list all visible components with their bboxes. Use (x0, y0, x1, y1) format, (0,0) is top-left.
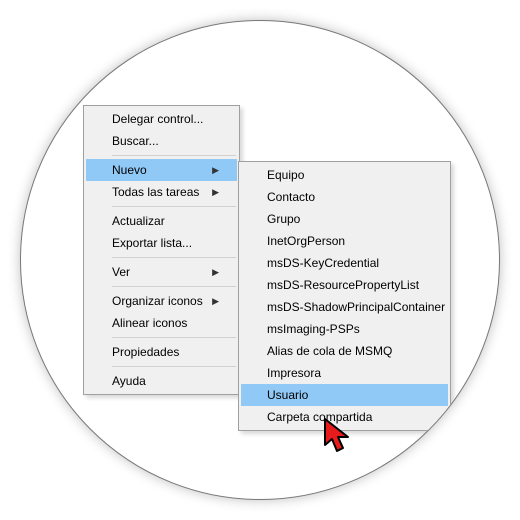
menu-item-label: Ayuda (112, 374, 146, 388)
menu-item-label: Grupo (267, 212, 300, 226)
menu-separator (112, 286, 236, 287)
submenu-item-msds-resourcepropertylist[interactable]: msDS-ResourcePropertyList (241, 274, 448, 296)
menu-item-label: Ver (112, 265, 130, 279)
menu-item-label: Nuevo (112, 163, 147, 177)
menu-item-label: Propiedades (112, 345, 179, 359)
submenu-item-usuario[interactable]: Usuario (241, 384, 448, 406)
menu-item-label: msDS-KeyCredential (267, 256, 379, 270)
menu-separator (112, 337, 236, 338)
menu-item-label: Usuario (267, 388, 308, 402)
menu-item-label: Organizar iconos (112, 294, 203, 308)
submenu-item-msds-shadowprincipalcontainer[interactable]: msDS-ShadowPrincipalContainer (241, 296, 448, 318)
submenu-item-equipo[interactable]: Equipo (241, 164, 448, 186)
submenu-item-msds-keycredential[interactable]: msDS-KeyCredential (241, 252, 448, 274)
menu-item-label: Carpeta compartida (267, 410, 372, 424)
menu-item-todas-las-tareas[interactable]: Todas las tareas ▶ (86, 181, 237, 203)
menu-item-organizar-iconos[interactable]: Organizar iconos ▶ (86, 290, 237, 312)
menu-item-exportar-lista[interactable]: Exportar lista... (86, 232, 237, 254)
submenu-item-grupo[interactable]: Grupo (241, 208, 448, 230)
menu-item-ver[interactable]: Ver ▶ (86, 261, 237, 283)
submenu-item-inetorgperson[interactable]: InetOrgPerson (241, 230, 448, 252)
menu-item-actualizar[interactable]: Actualizar (86, 210, 237, 232)
menu-item-label: Todas las tareas (112, 185, 199, 199)
submenu-item-alias-cola-msmq[interactable]: Alias de cola de MSMQ (241, 340, 448, 362)
menu-item-label: Buscar... (112, 134, 159, 148)
menu-separator (112, 206, 236, 207)
menu-separator (112, 366, 236, 367)
menu-item-propiedades[interactable]: Propiedades (86, 341, 237, 363)
submenu-item-contacto[interactable]: Contacto (241, 186, 448, 208)
submenu-arrow-icon: ▶ (212, 267, 219, 278)
submenu-item-carpeta-compartida[interactable]: Carpeta compartida (241, 406, 448, 428)
menu-item-label: msDS-ResourcePropertyList (267, 278, 419, 292)
submenu-nuevo: Equipo Contacto Grupo InetOrgPerson msDS… (238, 161, 451, 431)
menu-item-label: Delegar control... (112, 112, 203, 126)
menu-item-label: InetOrgPerson (267, 234, 345, 248)
menu-item-delegar-control[interactable]: Delegar control... (86, 108, 237, 130)
menu-item-ayuda[interactable]: Ayuda (86, 370, 237, 392)
menu-separator (112, 155, 236, 156)
context-menu: Delegar control... Buscar... Nuevo ▶ Tod… (83, 105, 240, 395)
submenu-arrow-icon: ▶ (212, 296, 219, 307)
background-group-label: Grupo (357, 27, 390, 41)
submenu-arrow-icon: ▶ (212, 187, 219, 198)
menu-item-label: Exportar lista... (112, 236, 192, 250)
menu-item-label: msImaging-PSPs (267, 322, 360, 336)
submenu-arrow-icon: ▶ (212, 165, 219, 176)
menu-item-label: Equipo (267, 168, 304, 182)
menu-item-buscar[interactable]: Buscar... (86, 130, 237, 152)
menu-item-label: Actualizar (112, 214, 165, 228)
menu-item-label: Alias de cola de MSMQ (267, 344, 392, 358)
menu-item-label: Alinear iconos (112, 316, 187, 330)
submenu-item-msimaging-psps[interactable]: msImaging-PSPs (241, 318, 448, 340)
menu-item-label: Impresora (267, 366, 321, 380)
menu-item-alinear-iconos[interactable]: Alinear iconos (86, 312, 237, 334)
viewport-circle: Grupo Delegar control... Buscar... Nuevo… (20, 20, 500, 500)
menu-item-label: msDS-ShadowPrincipalContainer (267, 300, 445, 314)
menu-separator (112, 257, 236, 258)
menu-item-nuevo[interactable]: Nuevo ▶ (86, 159, 237, 181)
submenu-item-impresora[interactable]: Impresora (241, 362, 448, 384)
menu-item-label: Contacto (267, 190, 315, 204)
